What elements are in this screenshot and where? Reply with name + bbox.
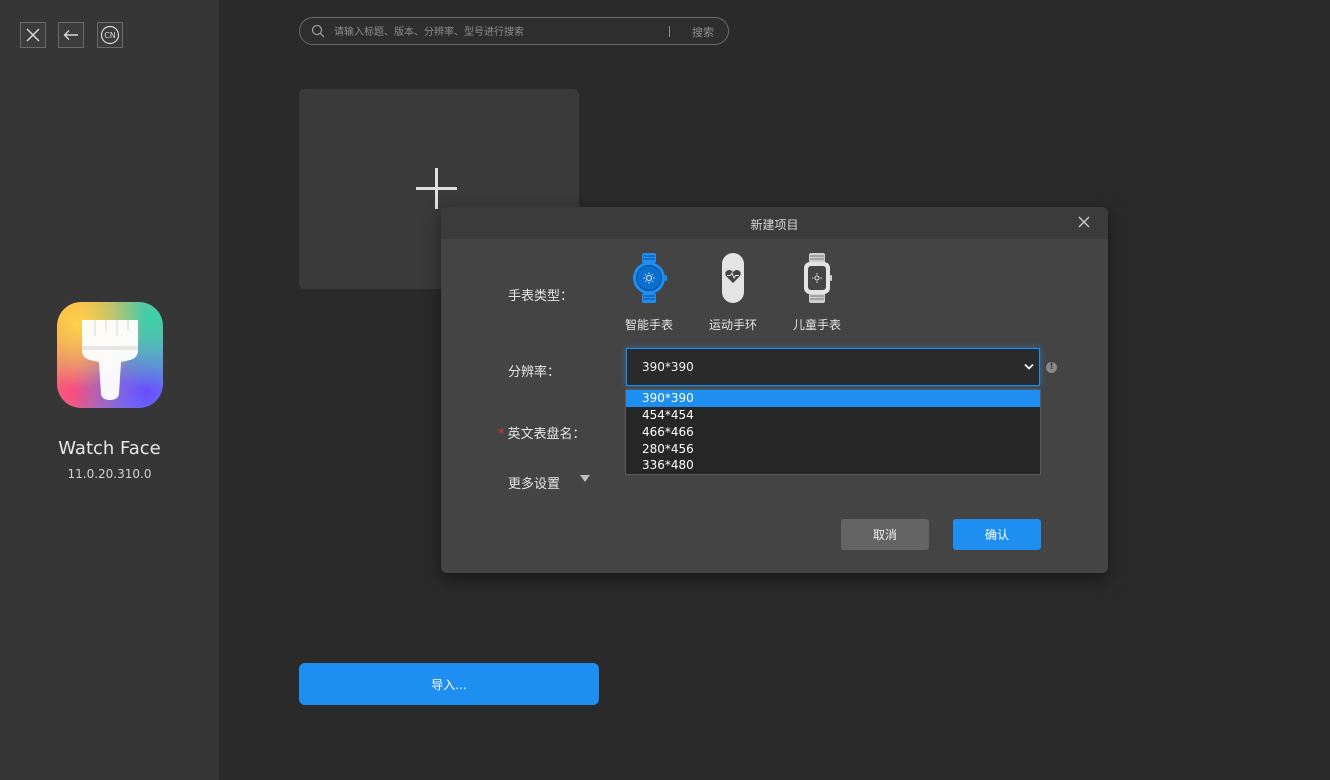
language-icon: CN — [100, 25, 120, 45]
kids-watch-icon — [804, 253, 832, 303]
resolution-selected-value: 390*390 — [642, 360, 694, 374]
resolution-label: 分辨率： — [508, 365, 561, 380]
resolution-option[interactable]: 390*390 — [626, 390, 1040, 407]
search-button[interactable]: 搜索 — [692, 24, 714, 40]
app-icon — [57, 302, 163, 408]
search-divider — [669, 26, 670, 37]
chevron-down-icon — [1024, 363, 1034, 370]
language-badge-text: CN — [104, 31, 116, 40]
search-icon — [311, 24, 325, 38]
resolution-option[interactable]: 336*480 — [626, 457, 1040, 474]
dialog-header: 新建项目 — [441, 207, 1108, 239]
arrow-left-icon — [63, 30, 78, 40]
resolution-select[interactable]: 390*390 — [626, 348, 1040, 386]
new-project-dialog: 新建项目 手表类型： 智能手表 运动手环 儿童手表 分辨率： 390*390 !… — [441, 207, 1108, 573]
language-button[interactable]: CN — [97, 22, 123, 48]
confirm-button[interactable]: 确认 — [953, 519, 1041, 550]
cancel-button[interactable]: 取消 — [841, 519, 929, 550]
plus-icon-vertical — [435, 168, 438, 209]
close-window-button[interactable] — [20, 22, 46, 48]
info-icon[interactable]: ! — [1046, 362, 1057, 373]
watch-type-kids-watch[interactable]: 儿童手表 — [787, 252, 847, 333]
watch-type-smart-watch[interactable]: 智能手表 — [619, 252, 679, 333]
watch-type-label-kids: 儿童手表 — [792, 318, 841, 332]
back-button[interactable] — [58, 22, 84, 48]
search-bar: 搜索 — [299, 17, 729, 45]
dialog-title: 新建项目 — [750, 218, 799, 232]
import-button[interactable]: 导入... — [299, 663, 599, 705]
resolution-option[interactable]: 454*454 — [626, 407, 1040, 424]
watch-type-label-band: 运动手环 — [708, 318, 757, 332]
sidebar: CN Watch Face 11.0.20.310.0 — [0, 0, 219, 780]
watch-type-label-smart: 智能手表 — [624, 318, 673, 332]
dialog-close-icon[interactable] — [1078, 216, 1090, 228]
english-name-label: * 英文表盘名： — [498, 423, 586, 442]
search-input[interactable] — [332, 21, 656, 43]
watch-type-label: 手表类型： — [508, 289, 574, 304]
required-mark: * — [498, 427, 505, 442]
sport-band-icon — [722, 253, 744, 303]
paintbrush-icon — [82, 320, 138, 400]
close-icon — [26, 28, 40, 42]
smart-watch-icon — [633, 253, 667, 303]
watch-type-sport-band[interactable]: 运动手环 — [703, 252, 763, 333]
more-settings-label[interactable]: 更多设置 — [508, 473, 560, 492]
app-version: 11.0.20.310.0 — [67, 467, 152, 481]
app-name: Watch Face — [58, 438, 161, 459]
english-name-label-text: 英文表盘名： — [507, 427, 586, 442]
caret-down-icon[interactable] — [580, 475, 590, 482]
resolution-dropdown-list: 390*390 454*454 466*466 280*456 336*480 — [625, 389, 1041, 475]
resolution-option[interactable]: 466*466 — [626, 424, 1040, 441]
resolution-option[interactable]: 280*456 — [626, 441, 1040, 458]
